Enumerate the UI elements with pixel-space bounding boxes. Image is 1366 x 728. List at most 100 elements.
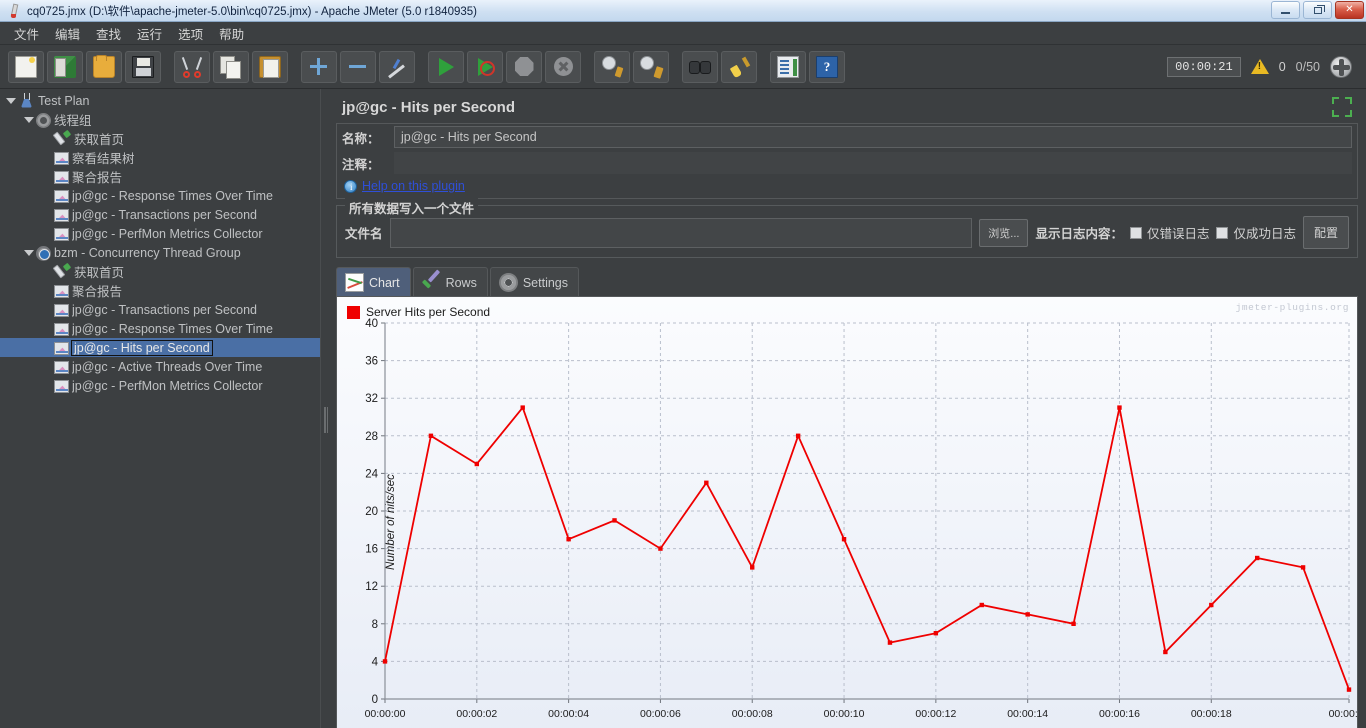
configure-button[interactable]: 配置 [1302,216,1349,249]
tree-item-active-threads-over-time[interactable]: jp@gc - Active Threads Over Time [0,357,320,376]
tree-item-perfmon-metrics-collector-2[interactable]: jp@gc - PerfMon Metrics Collector [0,376,320,395]
garbage-collect-icon[interactable] [1330,55,1352,78]
expand-all-button[interactable] [301,50,337,83]
collapse-all-button[interactable] [340,50,376,83]
help-button[interactable]: ? [809,50,845,83]
reset-search-button[interactable] [721,50,757,83]
tab-settings[interactable]: Settings [489,267,580,297]
toggle-icon [386,56,408,78]
menu-edit[interactable]: 编辑 [47,22,88,45]
listener-tabs: Chart Rows Settings [336,266,1358,297]
chevron-down-icon[interactable] [22,246,36,260]
maximize-button[interactable] [1303,1,1332,19]
successes-only-checkbox[interactable] [1216,226,1229,239]
listener-icon [54,323,69,336]
listener-icon [54,171,69,184]
tree-item-sampler-home[interactable]: 获取首页 [0,129,320,148]
tree-item-thread-group[interactable]: 线程组 [0,110,320,129]
filename-input[interactable] [389,217,973,248]
tree-item-response-times-over-time-2-label: jp@gc - Response Times Over Time [72,321,273,336]
page-title: jp@gc - Hits per Second [342,98,515,116]
info-icon [344,179,357,193]
copy-button[interactable] [213,50,249,83]
open-button[interactable] [86,50,122,83]
write-all-data-group: 所有数据写入一个文件 文件名 浏览... 显示日志内容： 仅错误日志 仅成功日志… [336,198,1358,258]
listener-icon [54,152,69,165]
chevron-down-icon[interactable] [22,113,36,127]
paste-button[interactable] [252,50,288,83]
successes-only-checkbox-wrap[interactable]: 仅成功日志 [1216,223,1296,242]
svg-text:00:00:18: 00:00:18 [1191,708,1232,720]
help-on-plugin-link[interactable]: Help on this plugin [362,179,465,193]
clear-all-button[interactable] [633,50,669,83]
play-no-pause-icon [477,57,495,76]
menu-search[interactable]: 查找 [88,22,129,45]
tree-item-transactions-per-second-label: jp@gc - Transactions per Second [72,207,258,222]
title-bar: cq0725.jmx (D:\软件\apache-jmeter-5.0\bin\… [0,0,1366,22]
filename-label: 文件名 [345,227,383,241]
cut-button[interactable] [174,50,210,83]
menu-help[interactable]: 帮助 [211,22,252,45]
tree-item-hits-per-second[interactable]: jp@gc - Hits per Second [0,338,320,357]
tree-item-response-times-over-time-2[interactable]: jp@gc - Response Times Over Time [0,319,320,338]
name-input[interactable]: jp@gc - Hits per Second [394,126,1352,148]
function-helper-button[interactable] [770,50,806,83]
minimize-button[interactable] [1271,1,1300,19]
errors-only-checkbox-wrap[interactable]: 仅错误日志 [1129,223,1209,242]
play-green-icon [438,57,454,76]
broom-clear-all-icon [640,55,662,78]
svg-text:12: 12 [365,581,378,593]
save-button[interactable] [125,50,161,83]
tree-item-aggregate-report-2[interactable]: 聚合报告 [0,281,320,300]
listener-icon [54,209,69,222]
tree-item-response-times-over-time[interactable]: jp@gc - Response Times Over Time [0,186,320,205]
svg-text:16: 16 [365,544,378,556]
tree-item-view-results-tree[interactable]: 察看结果树 [0,148,320,167]
start-no-pauses-button[interactable] [467,50,503,83]
menu-file[interactable]: 文件 [6,22,47,45]
thread-group-icon [36,112,51,128]
errors-only-checkbox[interactable] [1129,226,1142,239]
browse-button[interactable]: 浏览... [979,218,1029,247]
tree-item-transactions-per-second[interactable]: jp@gc - Transactions per Second [0,205,320,224]
jmeter-icon [6,3,22,19]
expand-arrows-icon[interactable] [1332,97,1352,117]
start-button[interactable] [428,50,464,83]
clear-button[interactable] [594,50,630,83]
tree-item-perfmon-metrics-collector[interactable]: jp@gc - PerfMon Metrics Collector [0,224,320,243]
tree-item-concurrency-thread-group[interactable]: bzm - Concurrency Thread Group [0,243,320,262]
hits-per-second-chart[interactable]: Server Hits per Second jmeter-plugins.or… [336,296,1358,728]
comment-label: 注释： [342,157,380,172]
shutdown-button[interactable] [545,50,581,83]
toggle-button[interactable] [379,50,415,83]
successes-only-label: 仅成功日志 [1233,227,1296,241]
close-button[interactable]: ✕ [1335,1,1364,19]
svg-text:00:00:08: 00:00:08 [732,708,773,720]
warning-triangle-icon[interactable] [1250,59,1269,74]
new-button[interactable] [8,50,44,83]
templates-button[interactable] [47,50,83,83]
menu-options[interactable]: 选项 [170,22,211,45]
pane-splitter[interactable] [320,89,328,728]
tree-item-test-plan[interactable]: Test Plan [0,91,320,110]
maximize-icon [1313,4,1325,14]
minus-icon [347,56,369,78]
comment-input[interactable] [394,152,1352,174]
tree-item-sampler-home-2[interactable]: 获取首页 [0,262,320,281]
svg-text:20: 20 [365,506,378,518]
chevron-down-icon[interactable] [4,94,18,108]
test-plan-tree[interactable]: Test Plan 线程组 获取首页 察看结果树 聚合报告 jp@gc - Respons… [0,89,320,728]
stop-button[interactable] [506,50,542,83]
tab-chart[interactable]: Chart [336,267,411,297]
name-row: 名称： jp@gc - Hits per Second [337,124,1357,150]
settings-tab-icon [498,273,518,292]
tab-rows[interactable]: Rows [412,267,488,297]
search-button[interactable] [682,50,718,83]
tree-item-aggregate-report[interactable]: 聚合报告 [0,167,320,186]
tree-item-transactions-per-second-2[interactable]: jp@gc - Transactions per Second [0,300,320,319]
svg-text:00:00:14: 00:00:14 [1007,708,1048,720]
menu-run[interactable]: 运行 [129,22,170,45]
tree-item-perfmon-metrics-collector-2-label: jp@gc - PerfMon Metrics Collector [72,378,263,393]
name-label: 名称： [342,131,380,146]
